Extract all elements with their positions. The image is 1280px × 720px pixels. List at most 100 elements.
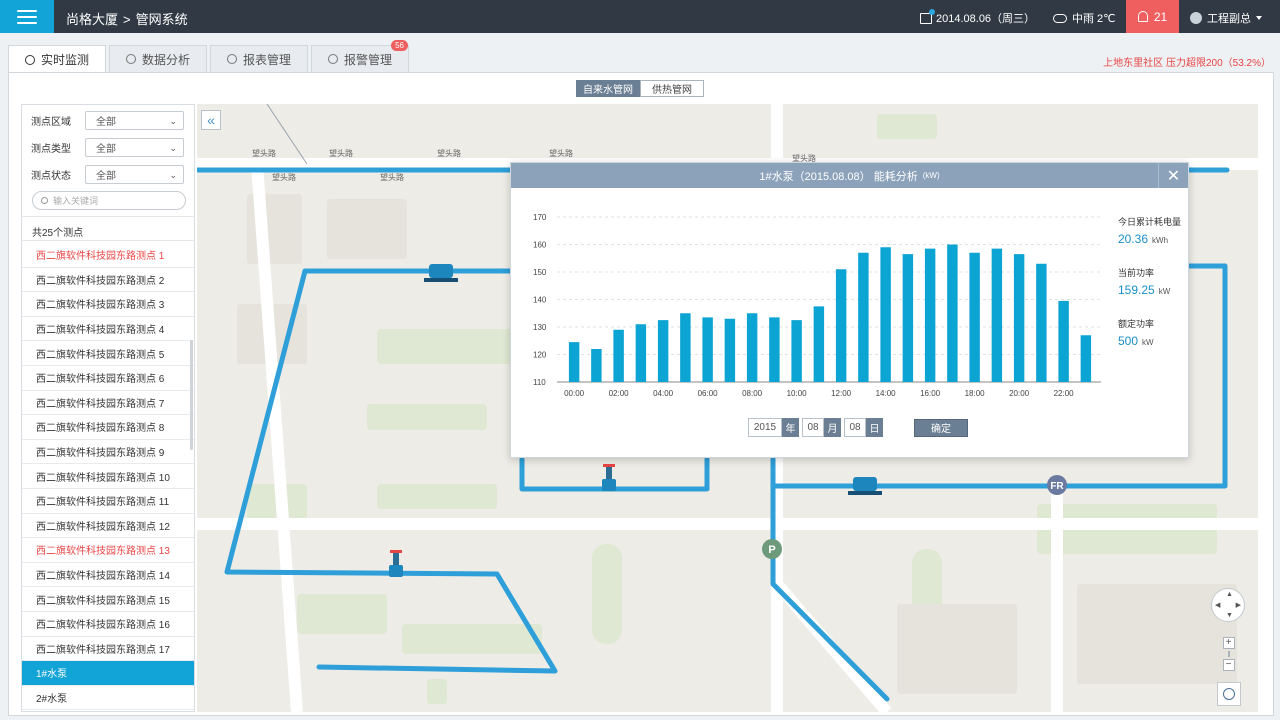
menu-button[interactable] <box>0 0 54 33</box>
pump-icon[interactable] <box>848 477 882 495</box>
heating-network-button[interactable]: 供热管网 <box>640 80 704 97</box>
chart-bar[interactable] <box>702 317 713 382</box>
chart-bar[interactable] <box>680 313 691 382</box>
point-list-item[interactable]: 西二旗软件科技园东路测点 13 <box>22 538 194 563</box>
chart-bar[interactable] <box>657 320 669 382</box>
chart-bar[interactable] <box>1058 300 1069 382</box>
tab-label: 实时监测 <box>40 53 89 67</box>
point-list-item[interactable]: 西二旗软件科技园东路测点 7 <box>22 391 194 416</box>
filter-type-select[interactable]: 全部 ⌄ <box>85 138 184 157</box>
chart-bar[interactable] <box>613 329 624 382</box>
alarm-button[interactable]: 21 <box>1126 0 1179 33</box>
filter-area-select[interactable]: 全部 ⌄ <box>85 111 184 130</box>
valve-icon[interactable] <box>389 550 403 577</box>
rain-cloud-icon <box>1053 13 1067 23</box>
point-list-item[interactable]: 1#水泵 <box>22 661 194 686</box>
breadcrumb-building[interactable]: 尚格大厦 <box>66 12 118 27</box>
chart-bar[interactable] <box>813 306 825 382</box>
alarm-count: 21 <box>1153 9 1168 24</box>
stat-label: 当前功率 <box>1118 268 1155 278</box>
bar-chart-icon <box>125 54 136 64</box>
zoom-control: + − <box>1222 637 1235 671</box>
pan-down-icon[interactable]: ▼ <box>1226 612 1233 619</box>
pan-up-icon[interactable]: ▲ <box>1226 591 1233 598</box>
pan-right-icon[interactable]: ▶ <box>1236 601 1241 609</box>
user-menu[interactable]: 工程副总 <box>1190 10 1262 26</box>
point-list-item[interactable]: 西二旗软件科技园东路测点 10 <box>22 464 194 489</box>
day-input[interactable]: 08 <box>844 418 866 437</box>
chart-bar[interactable] <box>1080 335 1092 382</box>
search-input[interactable]: 输入关键词 <box>32 191 186 210</box>
close-button[interactable]: ✕ <box>1158 163 1188 188</box>
chart-bar[interactable] <box>591 349 602 382</box>
tab-alarm-management[interactable]: 报警管理 56 <box>311 40 409 72</box>
point-list-item[interactable]: 西二旗软件科技园东路测点 2 <box>22 268 194 293</box>
chart-bar[interactable] <box>791 320 802 382</box>
point-list-item[interactable]: 西二旗软件科技园东路测点 5 <box>22 341 194 366</box>
year-input[interactable]: 2015 <box>748 418 782 437</box>
y-tick-label: 120 <box>533 351 547 360</box>
point-list-item[interactable]: 西二旗软件科技园东路测点 11 <box>22 489 194 514</box>
point-list-item[interactable]: 2#水泵 <box>22 686 194 711</box>
point-list-item[interactable]: 西二旗软件科技园东路测点 16 <box>22 612 194 637</box>
filter-type-label: 测点类型 <box>31 144 71 155</box>
road-label: 望头路 <box>380 172 404 182</box>
parking-marker-label: P <box>768 544 775 556</box>
point-list-item[interactable]: 西二旗软件科技园东路测点 1 <box>22 243 194 268</box>
x-tick-label: 00:00 <box>564 389 585 398</box>
chart-bar[interactable] <box>902 254 914 382</box>
parking-marker[interactable]: P <box>762 539 782 559</box>
chevron-down-icon: ⌄ <box>169 170 177 180</box>
valve-icon[interactable] <box>602 464 616 491</box>
pressure-alert-notice[interactable]: 上地东里社区 压力超限200（53.2%） <box>1103 54 1271 69</box>
filter-status-select[interactable]: 全部 ⌄ <box>85 165 184 184</box>
chart-bar[interactable] <box>924 248 936 382</box>
road-label: 望头路 <box>272 172 296 182</box>
pan-left-icon[interactable]: ◀ <box>1215 601 1220 609</box>
chevron-down-icon: ⌄ <box>169 143 177 153</box>
zoom-in-button[interactable]: + <box>1222 637 1235 649</box>
point-list-item[interactable]: 西二旗软件科技园东路测点 15 <box>22 587 194 612</box>
chart-bar[interactable] <box>969 252 980 382</box>
pan-control[interactable]: ▲ ▼ ◀ ▶ <box>1211 588 1245 622</box>
month-input[interactable]: 08 <box>802 418 824 437</box>
y-tick-label: 170 <box>533 213 547 222</box>
tab-realtime-monitoring[interactable]: 实时监测 <box>8 45 106 73</box>
report-icon <box>226 54 237 64</box>
locate-button[interactable] <box>1217 682 1241 706</box>
point-list-item[interactable]: 西二旗软件科技园东路测点 8 <box>22 415 194 440</box>
point-list-item[interactable]: 西二旗软件科技园东路测点 9 <box>22 440 194 465</box>
water-network-button[interactable]: 自来水管网 <box>576 80 640 97</box>
chart-bar[interactable] <box>858 252 869 382</box>
stat-number: 20.36 <box>1118 232 1149 246</box>
chart-bar[interactable] <box>991 248 1003 382</box>
chart-bar[interactable] <box>1013 254 1025 382</box>
chart-bar[interactable] <box>1036 263 1047 382</box>
point-list-item[interactable]: 西二旗软件科技园东路测点 6 <box>22 366 194 391</box>
chevron-down-icon <box>1256 16 1262 20</box>
fr-marker[interactable]: FR <box>1047 475 1067 495</box>
point-list-item[interactable]: 西二旗软件科技园东路测点 3 <box>22 292 194 317</box>
chart-bar[interactable] <box>835 269 847 382</box>
point-list-item[interactable]: 西二旗软件科技园东路测点 14 <box>22 563 194 588</box>
point-list-item[interactable]: 西二旗软件科技园东路测点 17 <box>22 637 194 662</box>
user-name: 工程副总 <box>1207 13 1251 25</box>
top-bar: 尚格大厦 > 管网系统 2014.08.06（周三） 中雨 2℃ 21 工程副总 <box>0 0 1280 33</box>
scrollbar[interactable] <box>190 340 193 450</box>
chart-bar[interactable] <box>880 247 891 382</box>
chart-bar[interactable] <box>769 317 780 382</box>
tab-data-analysis[interactable]: 数据分析 <box>109 45 207 72</box>
point-list-item[interactable]: 西二旗软件科技园东路测点 12 <box>22 514 194 539</box>
chart-bar[interactable] <box>746 313 758 382</box>
chart-bar[interactable] <box>635 324 647 382</box>
point-list-item[interactable]: 西二旗软件科技园东路测点 4 <box>22 317 194 342</box>
zoom-out-button[interactable]: − <box>1222 659 1235 671</box>
confirm-button[interactable]: 确定 <box>914 418 968 437</box>
chart-bar[interactable] <box>724 318 736 382</box>
chart-bar[interactable] <box>947 244 958 383</box>
pump-icon[interactable] <box>424 264 458 282</box>
chart-bar[interactable] <box>568 342 580 382</box>
stat-number: 500 <box>1118 334 1139 348</box>
tab-report-management[interactable]: 报表管理 <box>210 45 308 72</box>
collapse-panel-button[interactable]: « <box>201 110 221 130</box>
